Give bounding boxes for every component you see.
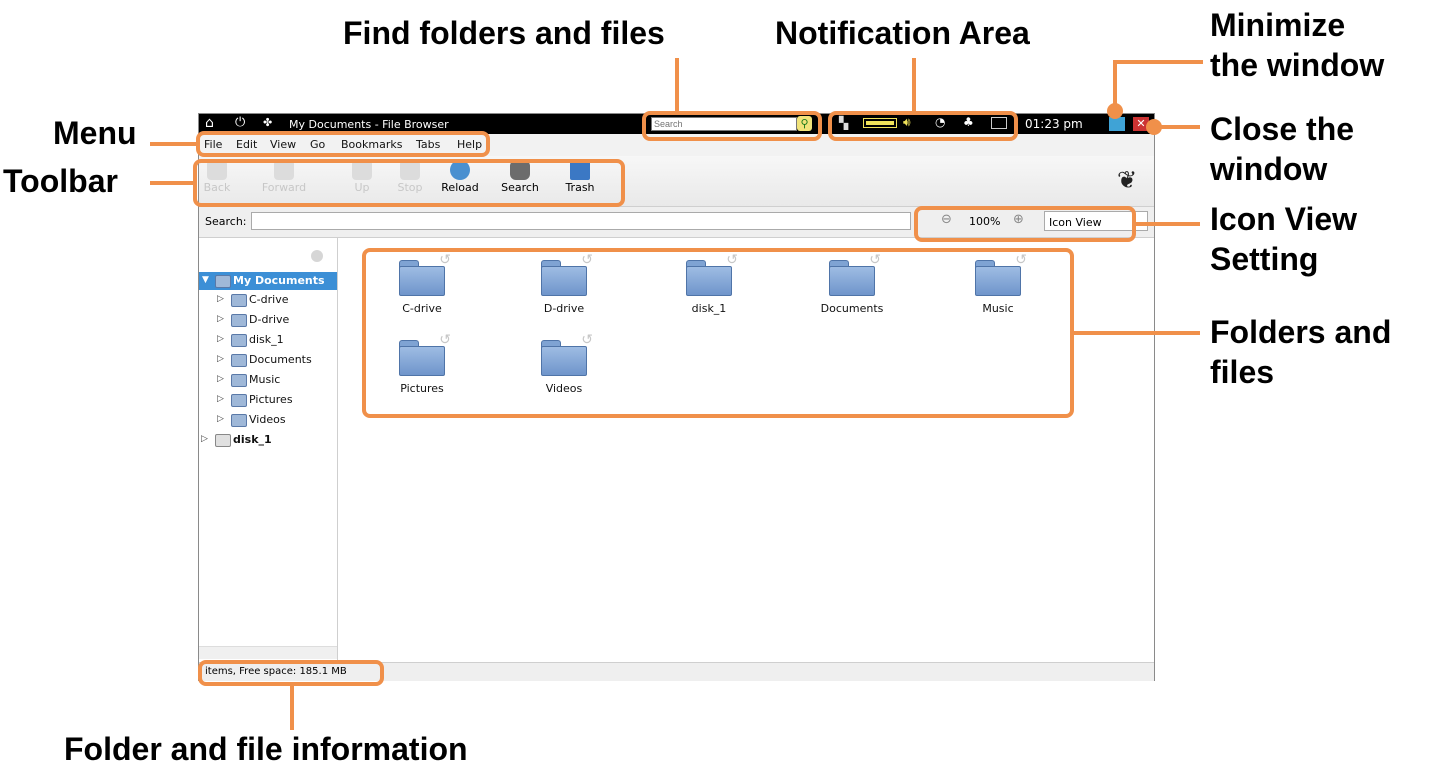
callout-folder-info: Folder and file information (64, 731, 468, 767)
connector-iconview (1136, 222, 1200, 226)
connector-minimize-h (1113, 60, 1203, 64)
folder-icon (231, 374, 247, 387)
highlight-menu (196, 131, 490, 157)
location-search-input[interactable] (251, 212, 911, 230)
callout-close-line2: window (1210, 151, 1328, 187)
gnome-foot-icon: ❦ (1117, 166, 1138, 194)
folder-icon (231, 314, 247, 327)
collapsed-triangle-icon[interactable]: ▷ (217, 354, 224, 364)
collapsed-triangle-icon[interactable]: ▷ (217, 374, 224, 384)
callout-minimize-line2: the window (1210, 47, 1385, 83)
minimize-button[interactable] (1109, 117, 1125, 131)
connector-close (1160, 125, 1200, 129)
callout-folders-line2: files (1210, 354, 1275, 390)
connector-toolbar (150, 181, 194, 185)
callout-toolbar: Toolbar (3, 163, 118, 199)
callout-menu: Menu (53, 115, 137, 151)
sidebar-item-disk-1-drive[interactable]: ▷ disk_1 (199, 431, 337, 449)
collapsed-triangle-icon[interactable]: ▷ (217, 414, 224, 424)
collapsed-triangle-icon[interactable]: ▷ (217, 314, 224, 324)
sidebar-item-my-documents[interactable]: ▼ My Documents (199, 272, 337, 290)
highlight-icon-view (914, 206, 1136, 242)
sidebar-tree: ▼ My Documents ▷ C-drive ▷ D-drive ▷ disk_1… (199, 238, 338, 662)
folder-icon (231, 294, 247, 307)
callout-iconview-line1: Icon View (1210, 201, 1358, 237)
callout-find-folders: Find folders and files (343, 15, 665, 51)
highlight-notification-area (828, 111, 1018, 141)
callout-minimize-line1: Minimize (1210, 7, 1346, 43)
callout-notification-area: Notification Area (775, 15, 1030, 51)
connector-minimize-dot (1107, 103, 1123, 119)
app-logo-icon: ✤ (263, 116, 273, 129)
clock: 01:23 pm (1025, 117, 1083, 131)
folder-icon (231, 414, 247, 427)
window-title: My Documents - File Browser (289, 118, 449, 131)
sidebar-item-c-drive[interactable]: ▷ C-drive (199, 291, 337, 309)
drive-icon (215, 434, 231, 447)
connector-menu (150, 142, 198, 146)
collapsed-triangle-icon[interactable]: ▷ (217, 334, 224, 344)
callout-close-line1: Close the (1210, 111, 1355, 147)
folder-icon (231, 394, 247, 407)
sidebar-item-d-drive[interactable]: ▷ D-drive (199, 311, 337, 329)
callout-iconview-line2: Setting (1210, 241, 1319, 277)
folder-icon (231, 354, 247, 367)
sidebar-item-videos[interactable]: ▷ Videos (199, 411, 337, 429)
collapsed-triangle-icon[interactable]: ▷ (217, 294, 224, 304)
expanded-triangle-icon[interactable]: ▼ (202, 275, 209, 285)
sidebar-scrollbar[interactable] (199, 646, 337, 659)
connector-minimize-v (1113, 60, 1117, 105)
power-icon[interactable]: ⏻ (235, 115, 245, 130)
highlight-toolbar (193, 159, 625, 207)
sidebar-item-music[interactable]: ▷ Music (199, 371, 337, 389)
home-icon[interactable]: ⌂ (205, 115, 214, 131)
collapsed-triangle-icon[interactable]: ▷ (217, 394, 224, 404)
collapsed-triangle-icon[interactable]: ▷ (201, 434, 208, 444)
folder-icon (215, 275, 231, 288)
connector-status (290, 686, 294, 730)
highlight-folders (362, 248, 1074, 418)
sidebar-close-icon[interactable] (311, 250, 323, 262)
callout-folders-line1: Folders and (1210, 314, 1392, 350)
sidebar-item-pictures[interactable]: ▷ Pictures (199, 391, 337, 409)
connector-notification (912, 58, 916, 113)
highlight-search-box (642, 111, 822, 141)
folder-icon (231, 334, 247, 347)
sidebar-item-disk-1[interactable]: ▷ disk_1 (199, 331, 337, 349)
search-label: Search: (205, 215, 247, 228)
connector-find (675, 58, 679, 113)
sidebar-item-documents[interactable]: ▷ Documents (199, 351, 337, 369)
highlight-status (198, 660, 384, 686)
connector-folders (1074, 331, 1200, 335)
